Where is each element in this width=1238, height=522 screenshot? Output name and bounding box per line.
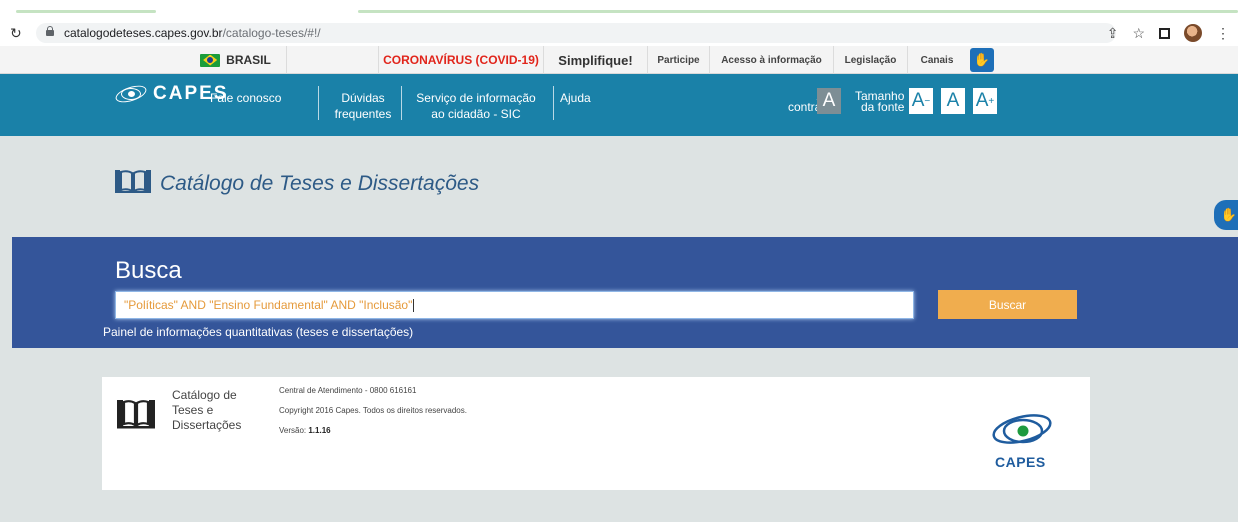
footer-catalog-name: Catálogo de Teses e Dissertações — [172, 388, 241, 433]
gov-bar: BRASIL CORONAVÍRUS (COVID-19) Simplifiqu… — [0, 46, 1238, 74]
duvidas-link[interactable]: Dúvidas frequentes — [325, 90, 401, 122]
capes-orbit-icon — [113, 82, 149, 106]
search-input-value: "Políticas" AND "Ensino Fundamental" AND… — [124, 298, 413, 312]
page: { "browser": { "url_host": "catalogodete… — [0, 0, 1238, 522]
tamanho-fonte-label: Tamanho da fonte — [855, 90, 905, 114]
brazil-flag-icon — [200, 53, 221, 67]
capes-header: CAPES Fale conosco Dúvidas frequentes Ser… — [0, 74, 1238, 136]
sic-line1: Serviço de informação — [416, 91, 536, 105]
divider — [553, 86, 554, 120]
gov-simplifique-link[interactable]: Simplifique! — [544, 46, 648, 74]
tam-line2: da fonte — [861, 100, 905, 114]
gov-acesso-link[interactable]: Acesso à informação — [710, 46, 834, 74]
title-band: Catálogo de Teses e Dissertações ✋ — [0, 136, 1238, 237]
divider — [401, 86, 402, 120]
painel-link[interactable]: Painel de informações quantitativas (tes… — [103, 325, 413, 339]
tab-indicator — [16, 10, 156, 13]
gov-brasil-link[interactable]: BRASIL — [185, 46, 287, 74]
ajuda-link[interactable]: Ajuda — [560, 90, 591, 106]
profile-avatar[interactable] — [1184, 24, 1202, 42]
gov-canais-link[interactable]: Canais — [908, 46, 966, 74]
footer-central: Central de Atendimento - 0800 616161 — [279, 386, 417, 395]
text-caret — [413, 298, 415, 312]
minus-sup: − — [924, 95, 931, 107]
fale-conosco-link[interactable]: Fale conosco — [210, 90, 281, 106]
menu-dots-icon[interactable]: ⋮ — [1216, 25, 1230, 42]
gov-participe-link[interactable]: Participe — [648, 46, 710, 74]
footer-version: Versão: 1.1.16 — [279, 426, 467, 435]
font-increase-button[interactable]: A + — [973, 88, 997, 114]
footer-copyright: Copyright 2016 Capes. Todos os direitos … — [279, 406, 467, 415]
footer-cat-line1: Catálogo de — [172, 388, 237, 402]
divider — [318, 86, 319, 120]
search-section: Busca "Políticas" AND "Ensino Fundamenta… — [12, 237, 1238, 348]
page-title: Catálogo de Teses e Dissertações — [160, 172, 480, 195]
a-minus-label: A — [911, 90, 925, 111]
bookmark-star-icon[interactable]: ☆ — [1132, 25, 1145, 42]
contrast-button[interactable]: A — [817, 88, 841, 114]
a-plus-label: A — [975, 90, 989, 111]
footer-info: Central de Atendimento - 0800 616161 Cop… — [279, 386, 467, 446]
sic-link[interactable]: Serviço de informação ao cidadão - SIC — [403, 90, 549, 122]
sidepanel-icon[interactable] — [1159, 27, 1170, 39]
open-book-icon — [115, 170, 151, 193]
gov-legislacao-link[interactable]: Legislação — [834, 46, 908, 74]
url-path: /catalogo-teses/#!/ — [222, 26, 321, 40]
font-decrease-button[interactable]: A − — [909, 88, 933, 114]
search-heading: Busca — [115, 257, 182, 284]
address-bar[interactable]: catalogodeteses.capes.gov.br/catalogo-te… — [36, 23, 1116, 43]
plus-sup: + — [988, 95, 995, 107]
sic-line2: ao cidadão - SIC — [431, 107, 521, 121]
vlibras-hand-icon[interactable]: ✋ — [970, 48, 994, 72]
book-icon — [117, 400, 155, 429]
reload-icon[interactable]: ↻ — [10, 25, 22, 42]
gov-covid-link[interactable]: CORONAVÍRUS (COVID-19) — [378, 46, 544, 74]
capes-footer-word: CAPES — [995, 454, 1046, 470]
duvidas-line1: Dúvidas — [341, 91, 385, 105]
footer-card: Catálogo de Teses e Dissertações Central… — [102, 377, 1090, 490]
search-button[interactable]: Buscar — [938, 290, 1077, 319]
browser-tab-strip — [0, 0, 1238, 22]
share-icon[interactable]: ⇪ — [1107, 25, 1119, 42]
version-number: 1.1.16 — [308, 426, 331, 435]
accessibility-hand-icon[interactable]: ✋ — [1214, 200, 1238, 230]
url-text: catalogodeteses.capes.gov.br/catalogo-te… — [64, 26, 321, 40]
browser-address-row: ↻ catalogodeteses.capes.gov.br/catalogo-… — [0, 22, 1238, 46]
version-label: Versão: — [279, 426, 309, 435]
search-input[interactable]: "Políticas" AND "Ensino Fundamental" AND… — [115, 291, 914, 319]
gov-brasil-label: BRASIL — [226, 53, 271, 67]
tab-indicator — [358, 10, 1238, 13]
font-normal-button[interactable]: A — [941, 88, 965, 114]
footer-cat-line2: Teses e — [172, 403, 214, 417]
url-host: catalogodeteses.capes.gov.br — [64, 26, 223, 40]
footer-cat-line3: Dissertações — [172, 418, 242, 432]
duvidas-line2: frequentes — [334, 107, 392, 121]
lock-icon — [46, 26, 54, 36]
